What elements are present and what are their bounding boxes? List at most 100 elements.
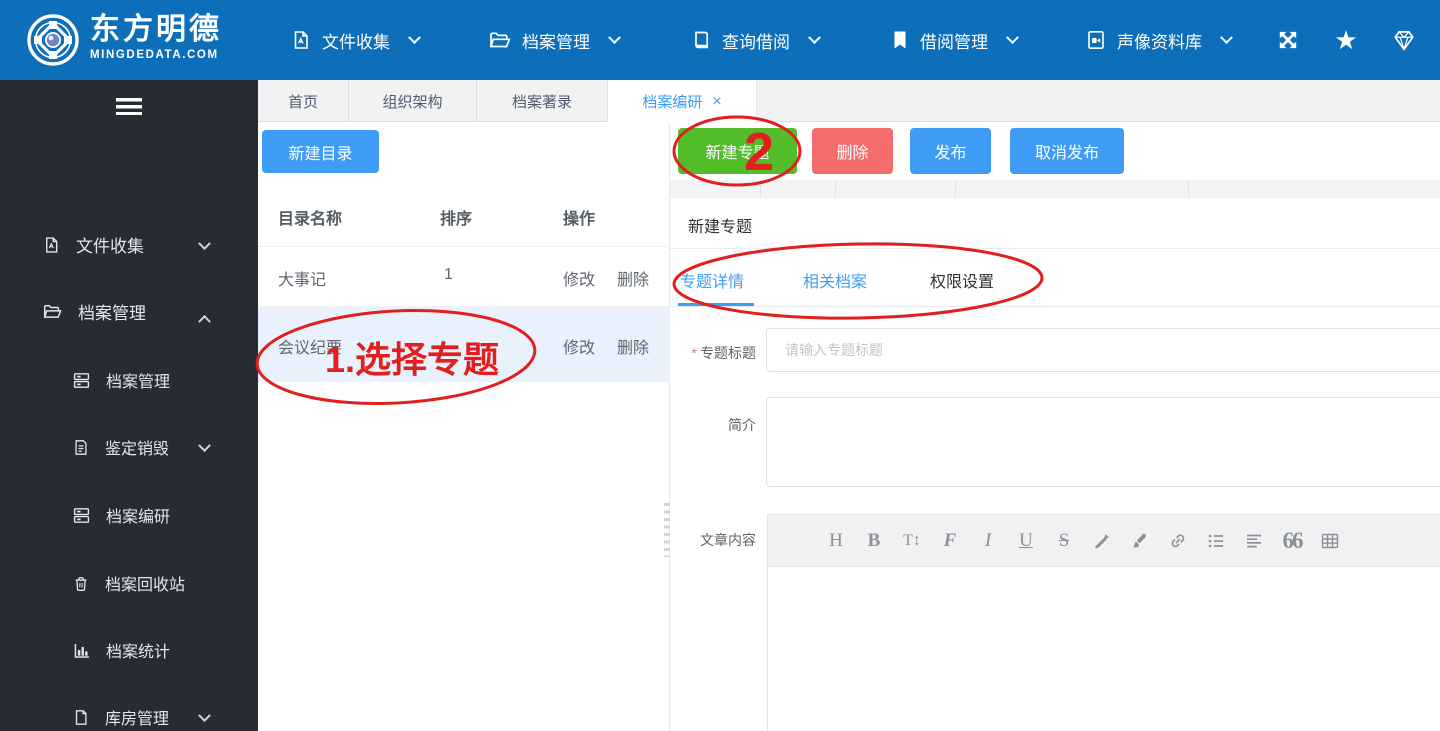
document-icon — [294, 31, 308, 49]
col-header-name: 目录名称 — [278, 211, 343, 228]
archive-list-icon — [73, 507, 90, 523]
app-root: 东方明德 MINGDEDATA.COM 文件收集 档案管理 查询借阅 借阅管理 … — [0, 0, 1440, 731]
brush-icon[interactable] — [1128, 528, 1152, 554]
sidebar-item-archive-stats[interactable]: 档案统计 — [72, 638, 170, 662]
delete-topic-button[interactable]: 删除 — [812, 128, 893, 174]
editor-toolbar: H B T↕ F I U S 66 — [768, 515, 1440, 567]
chevron-up-icon — [198, 314, 211, 328]
underline-icon[interactable]: U — [1014, 528, 1038, 554]
nav-item-file-collect[interactable]: 文件收集 — [290, 0, 421, 80]
section-title: 新建专题 — [688, 219, 753, 236]
sidebar-item-label: 档案回收站 — [105, 577, 186, 594]
sidebar-item-label: 档案管理 — [106, 374, 171, 391]
publish-button[interactable]: 发布 — [910, 128, 991, 174]
tab-archive-entry[interactable]: 档案著录 — [477, 80, 608, 122]
new-directory-button[interactable]: 新建目录 — [262, 130, 379, 173]
chevron-down-icon — [198, 237, 211, 251]
top-header: 东方明德 MINGDEDATA.COM 文件收集 档案管理 查询借阅 借阅管理 … — [0, 0, 1440, 80]
sidebar-item-recycle-bin[interactable]: 档案回收站 — [72, 571, 185, 595]
quote-icon[interactable]: 66 — [1280, 528, 1304, 554]
link-icon[interactable] — [1166, 528, 1190, 554]
tab-label: 首页 — [287, 93, 318, 111]
menu-collapse-icon[interactable] — [116, 98, 142, 115]
nav-item-label: 档案管理 — [522, 32, 590, 52]
align-icon[interactable] — [1242, 528, 1266, 554]
intro-textarea[interactable] — [766, 397, 1440, 487]
row-name: 会议纪要 — [278, 340, 343, 357]
nav-item-borrow-manage[interactable]: 借阅管理 — [890, 0, 1019, 80]
sidebar-item-label: 档案编研 — [106, 509, 171, 526]
nav-item-label: 查询借阅 — [722, 32, 790, 52]
row-name: 大事记 — [278, 272, 327, 289]
empty-list-header-strip — [670, 180, 1440, 198]
sidebar-item-archive-manage-group[interactable]: 档案管理 — [42, 299, 146, 324]
chart-icon — [74, 643, 89, 658]
nav-item-archive-manage[interactable]: 档案管理 — [488, 0, 621, 80]
col-header-actions: 操作 — [563, 211, 596, 228]
brand-text: 东方明德 MINGDEDATA.COM — [90, 13, 222, 63]
font-size-icon[interactable]: T↕ — [900, 528, 924, 554]
nav-item-media-library[interactable]: 声像资料库 — [1085, 0, 1233, 80]
catalog-panel: 新建目录 目录名称 排序 操作 大事记 1 修改 删除 会议纪要 修改 删除 — [258, 122, 670, 731]
font-style-icon[interactable]: F — [938, 528, 962, 554]
tab-permission-set[interactable]: 权限设置 — [930, 268, 994, 292]
italic-icon[interactable]: I — [976, 528, 1000, 554]
book-icon — [695, 31, 709, 49]
bullet-list-icon[interactable] — [1204, 528, 1228, 554]
unpublish-button[interactable]: 取消发布 — [1010, 128, 1124, 174]
nav-item-label: 借阅管理 — [920, 32, 988, 52]
delete-link[interactable]: 删除 — [617, 334, 649, 358]
tab-topic-detail[interactable]: 专题详情 — [680, 268, 744, 292]
catalog-table-header: 目录名称 排序 操作 — [258, 185, 670, 247]
tab-home[interactable]: 首页 — [258, 80, 349, 122]
sidebar-item-file-collect[interactable]: 文件收集 — [42, 232, 144, 257]
pen-icon[interactable] — [1090, 528, 1114, 554]
delete-link[interactable]: 删除 — [617, 266, 649, 290]
topic-title-input[interactable] — [766, 328, 1440, 372]
media-file-icon — [1088, 30, 1104, 49]
editor-content-area[interactable] — [768, 567, 1440, 731]
gem-icon[interactable] — [1390, 26, 1418, 54]
page-tab-bar: 首页 组织架构 档案著录 档案编研 × — [258, 80, 1440, 123]
sidebar-item-label: 鉴定销毁 — [105, 441, 170, 458]
col-header-order: 排序 — [440, 211, 473, 228]
edit-link[interactable]: 修改 — [563, 266, 595, 290]
tab-related-archives[interactable]: 相关档案 — [803, 268, 867, 292]
document-icon — [46, 236, 58, 253]
chevron-down-icon — [408, 30, 421, 44]
fullscreen-icon[interactable] — [1274, 26, 1302, 54]
rich-text-editor: H B T↕ F I U S 66 — [767, 514, 1440, 731]
sidebar-item-appraisal-destroy[interactable]: 鉴定销毁 — [72, 435, 169, 459]
strikethrough-icon[interactable]: S — [1052, 528, 1076, 554]
star-icon[interactable]: ★ — [1332, 26, 1360, 54]
table-icon[interactable] — [1318, 528, 1342, 554]
tab-org-structure[interactable]: 组织架构 — [349, 80, 477, 122]
heading-icon[interactable]: H — [824, 528, 848, 554]
doc-icon — [75, 439, 87, 455]
chevron-down-icon — [198, 709, 211, 723]
sidebar-item-label: 档案统计 — [106, 644, 171, 661]
sidebar-item-label: 库房管理 — [105, 711, 170, 728]
content-label: 文章内容 — [700, 532, 756, 548]
create-topic-button[interactable]: 新建专题 — [678, 128, 797, 174]
tab-archive-research[interactable]: 档案编研 × — [608, 80, 757, 123]
bold-icon[interactable]: B — [862, 528, 886, 554]
nav-item-query-borrow[interactable]: 查询借阅 — [690, 0, 821, 80]
edit-link[interactable]: 修改 — [563, 334, 595, 358]
sidebar-item-archive-research[interactable]: 档案编研 — [72, 503, 170, 527]
close-icon[interactable]: × — [712, 93, 721, 110]
chevron-down-icon — [608, 30, 621, 44]
table-row[interactable]: 大事记 1 修改 删除 — [258, 247, 670, 307]
row-order: 1 — [444, 266, 453, 283]
archive-list-icon — [73, 372, 90, 388]
sidebar-item-archive-manage[interactable]: 档案管理 — [72, 368, 170, 392]
tab-label: 组织架构 — [382, 93, 443, 111]
trash-icon — [75, 576, 87, 591]
intro-label: 简介 — [728, 417, 756, 433]
topic-panel: 新建专题 删除 发布 取消发布 新建专题 专题详情 相关档案 权限设置 * 专题标… — [670, 122, 1440, 731]
folder-open-icon — [43, 304, 62, 318]
divider — [670, 248, 1440, 249]
table-row-selected[interactable]: 会议纪要 修改 删除 — [258, 307, 670, 382]
sidebar-item-storeroom-manage[interactable]: 库房管理 — [72, 705, 169, 729]
divider — [670, 306, 1440, 307]
